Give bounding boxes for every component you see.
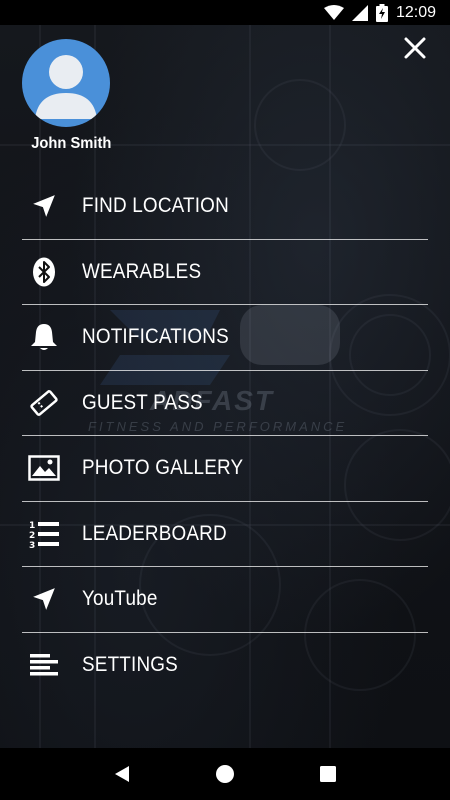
system-navigation-bar [0,748,450,800]
menu-item-youtube[interactable]: YouTube [22,567,428,633]
drawer-menu: FIND LOCATION WEARABLES NOTIFICATIONS GU… [22,174,428,698]
svg-text:1: 1 [29,521,35,531]
bell-icon [22,320,66,354]
person-icon [35,55,97,119]
menu-item-photo-gallery[interactable]: PHOTO GALLERY [22,436,428,502]
menu-label: SETTINGS [82,653,178,677]
back-icon [114,766,129,782]
align-lines-icon [22,648,66,682]
menu-item-leaderboard[interactable]: 1 2 3 LEADERBOARD [22,502,428,567]
close-button[interactable] [400,33,430,63]
svg-text:2: 2 [29,531,35,541]
recents-button[interactable] [308,754,348,794]
back-button[interactable] [102,754,142,794]
menu-label: WEARABLES [82,259,202,283]
navigation-drawer: ADFAST FITNESS AND PERFORMANCE John Smit… [0,25,450,748]
menu-label: LEADERBOARD [82,521,227,545]
menu-label: YouTube [82,587,158,611]
ticket-icon [22,386,66,420]
menu-label: GUEST PASS [82,390,203,414]
svg-text:3: 3 [29,541,35,549]
navigation-arrow-icon [22,582,66,616]
menu-label: NOTIFICATIONS [82,325,229,349]
status-bar: 12:09 [0,0,450,25]
image-icon [22,451,66,485]
status-time: 12:09 [395,3,436,21]
menu-item-find-location[interactable]: FIND LOCATION [22,174,428,240]
wifi-icon [323,4,344,21]
menu-item-settings[interactable]: SETTINGS [22,633,428,699]
navigation-arrow-icon [22,189,66,223]
numbered-list-icon: 1 2 3 [22,517,66,551]
bluetooth-icon [22,255,66,289]
menu-item-wearables[interactable]: WEARABLES [22,240,428,305]
cell-signal-icon [351,4,368,21]
close-icon [404,37,426,59]
home-icon [215,765,234,783]
avatar[interactable] [22,39,110,127]
menu-label: FIND LOCATION [82,194,229,218]
user-name: John Smith [31,135,112,152]
menu-label: PHOTO GALLERY [82,456,244,480]
menu-item-notifications[interactable]: NOTIFICATIONS [22,305,428,371]
home-button[interactable] [205,754,245,794]
menu-item-guest-pass[interactable]: GUEST PASS [22,371,428,436]
recents-icon [320,766,337,782]
user-profile[interactable]: John Smith [22,39,119,153]
battery-charging-icon [375,3,388,22]
